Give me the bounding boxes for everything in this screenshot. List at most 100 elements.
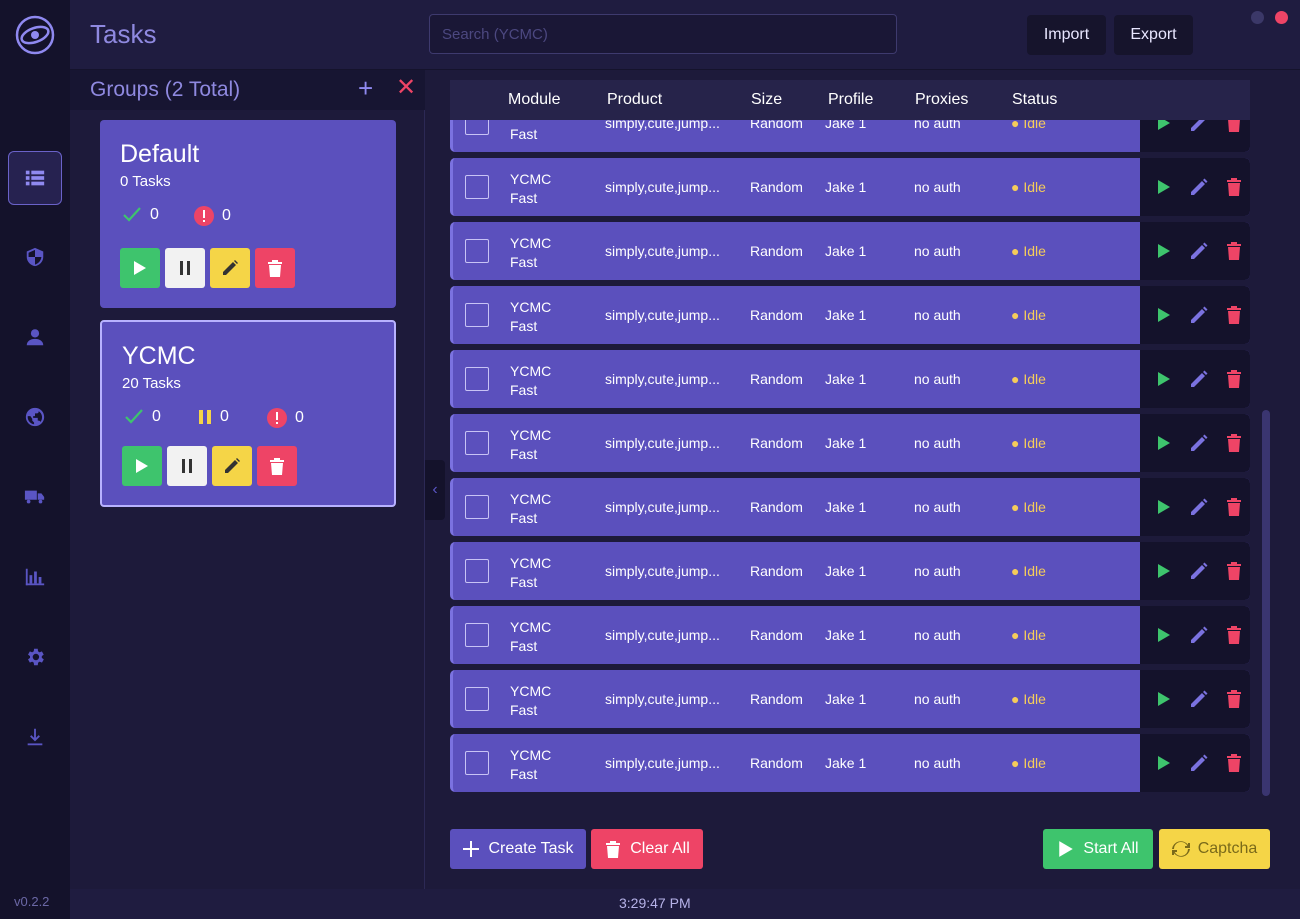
sidebar-item-shipping[interactable] [8,470,62,524]
pencil-icon[interactable] [1188,496,1210,518]
row-checkbox[interactable] [465,495,489,519]
group-edit-button[interactable] [210,248,250,288]
play-icon[interactable] [1152,688,1174,710]
pencil-icon[interactable] [1188,624,1210,646]
trash-icon[interactable] [1223,304,1245,326]
group-edit-button[interactable] [212,446,252,486]
create-task-button[interactable]: Create Task [450,829,586,869]
clear-all-button[interactable]: Clear All [591,829,703,869]
collapse-groups-button[interactable]: ‹ [425,460,445,520]
minimize-window-button[interactable] [1251,11,1264,24]
play-icon[interactable] [1152,752,1174,774]
table-row[interactable]: YCMC Fast simply,cute,jump... Random Jake 1 n… [450,222,1250,280]
play-icon[interactable] [1152,496,1174,518]
table-row[interactable]: YCMC Fast simply,cute,jump... Random Jake 1 n… [450,478,1250,536]
row-module-mode: Fast [510,766,538,782]
group-delete-button[interactable] [257,446,297,486]
pencil-icon[interactable] [1188,752,1210,774]
pencil-icon[interactable] [1188,176,1210,198]
pencil-icon[interactable] [1188,560,1210,582]
row-checkbox[interactable] [465,687,489,711]
bar-chart-icon [25,568,45,586]
group-card-ycmc[interactable]: YCMC 20 Tasks 0 0 0 [100,320,396,507]
row-status-text: Idle [1023,755,1046,771]
group-pause-button[interactable] [167,446,207,486]
group-start-button[interactable] [120,248,160,288]
row-checkbox[interactable] [465,239,489,263]
trash-icon[interactable] [1223,624,1245,646]
table-row[interactable]: YCMC Fast simply,cute,jump... Random Jake 1 n… [450,734,1250,792]
col-size[interactable]: Size [751,91,782,109]
group-delete-button[interactable] [255,248,295,288]
col-product[interactable]: Product [607,91,662,109]
sidebar-item-profiles[interactable] [8,310,62,364]
play-icon[interactable] [1152,240,1174,262]
row-actions [1140,222,1250,280]
table-row[interactable]: YCMC Fast simply,cute,jump... Random Jake 1 n… [450,542,1250,600]
col-status[interactable]: Status [1012,91,1057,109]
table-row[interactable]: YCMC Fast simply,cute,jump... Random Jake 1 n… [450,350,1250,408]
play-icon[interactable] [1152,624,1174,646]
row-status: ● Idle [1011,435,1046,451]
table-row[interactable]: YCMC Fast simply,cute,jump... Random Jake 1 n… [450,158,1250,216]
row-checkbox[interactable] [465,751,489,775]
col-proxies[interactable]: Proxies [915,91,968,109]
table-row[interactable]: YCMC Fast simply,cute,jump... Random Jake 1 n… [450,606,1250,664]
row-actions [1140,734,1250,792]
export-button[interactable]: Export [1114,15,1193,55]
trash-icon[interactable] [1223,432,1245,454]
row-profile: Jake 1 [825,691,867,707]
trash-icon[interactable] [1223,176,1245,198]
sidebar-item-analytics[interactable] [8,550,62,604]
row-actions [1140,478,1250,536]
pencil-icon[interactable] [1188,368,1210,390]
row-status-text: Idle [1023,243,1046,259]
table-row[interactable]: YCMC Fast simply,cute,jump... Random Jake 1 n… [450,670,1250,728]
group-start-button[interactable] [122,446,162,486]
sidebar-item-settings[interactable] [8,630,62,684]
table-row[interactable]: YCMC Fast simply,cute,jump... Random Jake 1 n… [450,286,1250,344]
row-checkbox[interactable] [465,303,489,327]
group-task-count: 0 Tasks [120,173,171,190]
add-group-button[interactable]: + [358,75,373,101]
play-icon[interactable] [1152,560,1174,582]
sidebar-item-tasks[interactable] [8,151,62,205]
play-icon[interactable] [1152,304,1174,326]
row-checkbox[interactable] [465,431,489,455]
group-pause-button[interactable] [165,248,205,288]
trash-icon[interactable] [1223,368,1245,390]
row-proxies: no auth [914,499,961,515]
row-checkbox[interactable] [465,559,489,583]
trash-icon[interactable] [1223,688,1245,710]
col-profile[interactable]: Profile [828,91,873,109]
sidebar-item-accounts[interactable] [8,230,62,284]
col-module[interactable]: Module [508,91,560,109]
row-checkbox[interactable] [465,175,489,199]
pencil-icon[interactable] [1188,304,1210,326]
table-row[interactable]: YCMC Fast simply,cute,jump... Random Jake 1 n… [450,414,1250,472]
pencil-icon[interactable] [1188,688,1210,710]
captcha-button[interactable]: Captcha [1159,829,1270,869]
row-checkbox[interactable] [465,623,489,647]
pencil-icon[interactable] [1188,240,1210,262]
sidebar-item-updates[interactable] [8,710,62,764]
row-checkbox[interactable] [465,367,489,391]
search-input[interactable] [429,14,897,54]
close-window-button[interactable] [1275,11,1288,24]
import-button[interactable]: Import [1027,15,1106,55]
start-all-button[interactable]: Start All [1043,829,1153,869]
play-icon[interactable] [1152,176,1174,198]
delete-group-button[interactable]: ✕ [396,75,416,101]
group-card-default[interactable]: Default 0 Tasks 0 0 [100,120,396,308]
trash-icon[interactable] [1223,752,1245,774]
trash-icon[interactable] [1223,496,1245,518]
group-paused-stat: 0 [198,408,229,426]
pencil-icon[interactable] [1188,432,1210,454]
table-scrollbar[interactable] [1262,410,1270,796]
row-size: Random [750,371,803,387]
trash-icon[interactable] [1223,560,1245,582]
play-icon[interactable] [1152,432,1174,454]
sidebar-item-proxies[interactable] [8,390,62,444]
trash-icon[interactable] [1223,240,1245,262]
play-icon[interactable] [1152,368,1174,390]
